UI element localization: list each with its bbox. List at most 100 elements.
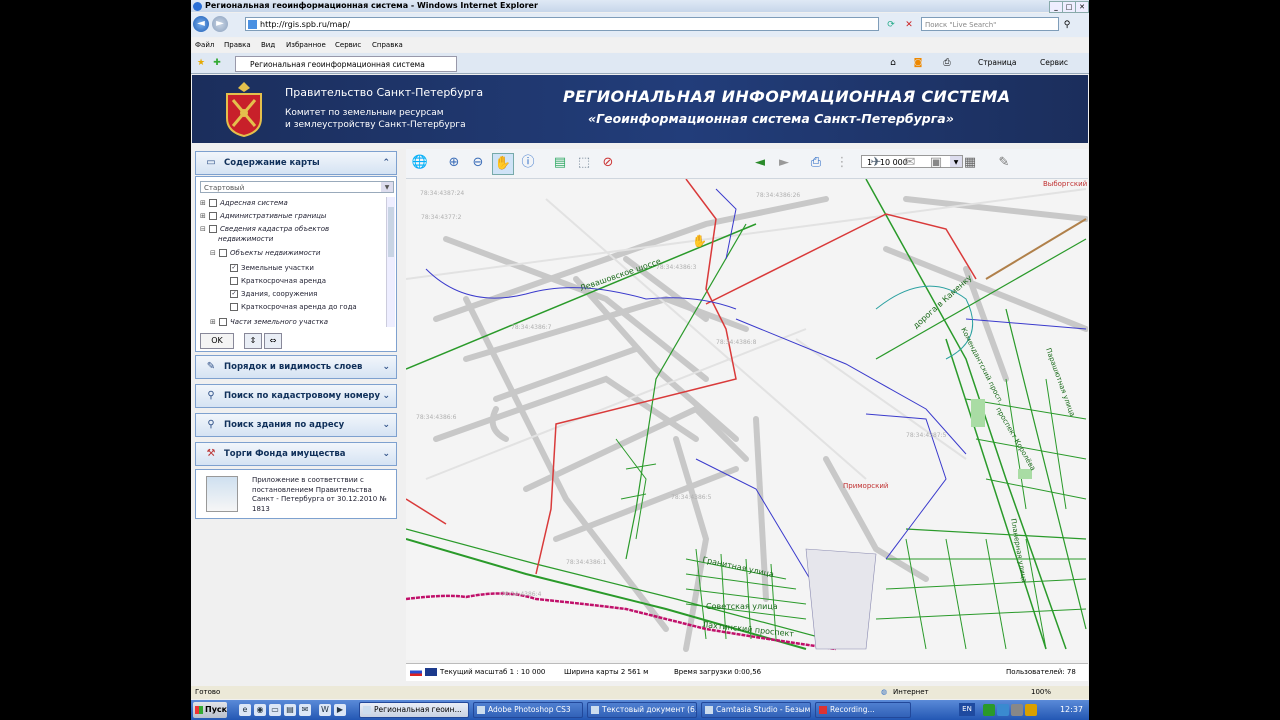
tray-network-icon[interactable] [983, 704, 995, 716]
document-link-box[interactable]: Приложение в соответствии с постановлени… [195, 469, 397, 519]
status-zoom[interactable]: 100% [1031, 686, 1051, 699]
ok-button[interactable]: OK [200, 333, 234, 349]
menu-help[interactable]: Справка [372, 38, 403, 52]
search-icon[interactable]: ⚲ [1061, 19, 1073, 31]
tree-node-address[interactable]: ⊞ Адресная система [200, 199, 288, 207]
menu-file[interactable]: Файл [195, 38, 214, 52]
layer-checkbox[interactable] [209, 212, 217, 220]
flag-ru-icon[interactable] [410, 668, 422, 676]
refresh-icon[interactable]: ⟳ [885, 19, 897, 31]
next-extent-icon[interactable]: ► [774, 153, 794, 173]
layer-checkbox[interactable] [230, 303, 238, 311]
pan-hand-icon[interactable]: ✋ [492, 153, 514, 175]
rss-icon[interactable]: ◙ [912, 57, 924, 69]
tree-node-parts[interactable]: ⊞ Части земельного участка [210, 318, 328, 326]
word-quicklaunch-icon[interactable]: W [319, 704, 331, 716]
page-menu[interactable]: Страница [978, 58, 1016, 67]
explorer-quicklaunch-icon[interactable]: ▤ [284, 704, 296, 716]
measure-icon[interactable]: ✈ [866, 153, 886, 173]
layer-checkbox[interactable] [219, 318, 227, 326]
minimize-button[interactable]: _ [1049, 1, 1063, 13]
tree-node-short-lease-year[interactable]: Краткосрочная аренда до года [230, 303, 357, 311]
layer-checkbox[interactable]: ✓ [230, 290, 238, 298]
favorites-star-icon[interactable]: ★ [195, 57, 207, 69]
tab-rgis[interactable]: Региональная геоинформационная система [235, 56, 457, 72]
task-photoshop[interactable]: Adobe Photoshop CS3 [473, 702, 583, 718]
ie-quicklaunch-icon[interactable]: e [239, 704, 251, 716]
globe-icon[interactable]: 🌐 [410, 153, 430, 173]
clear-selection-icon[interactable]: ⊘ [598, 153, 618, 173]
layer-checkbox[interactable] [219, 249, 227, 257]
media-quicklaunch-icon[interactable]: ▶ [334, 704, 346, 716]
menu-tools[interactable]: Сервис [335, 38, 361, 52]
print-map-icon[interactable]: ⎙ [806, 153, 826, 173]
tray-security-icon[interactable] [1025, 704, 1037, 716]
previous-extent-icon[interactable]: ◄ [750, 153, 770, 173]
menu-view[interactable]: Вид [261, 38, 275, 52]
zoom-in-icon[interactable]: ⊕ [444, 153, 464, 173]
print-icon[interactable]: ⎙ [941, 57, 953, 69]
tray-update-icon[interactable] [997, 704, 1009, 716]
forward-button[interactable]: ► [212, 16, 228, 32]
expand-icon[interactable]: ⊞ [200, 199, 206, 207]
tray-volume-icon[interactable] [1011, 704, 1023, 716]
collapse-icon[interactable]: ⊟ [200, 225, 206, 233]
address-input[interactable]: http://rgis.spb.ru/map/ [245, 17, 879, 31]
ruler-icon[interactable]: ⋮ [832, 153, 852, 173]
start-button[interactable]: Пуск [193, 702, 227, 718]
expand-icon[interactable]: ⊞ [200, 212, 206, 220]
tree-node-cadastre[interactable]: ⊟ Сведения кадастра объектов [200, 225, 329, 233]
full-extent-icon[interactable]: ▤ [550, 153, 570, 173]
document-link-text[interactable]: Приложение в соответствии с постановлени… [252, 476, 392, 514]
tree-node-short-lease[interactable]: Краткосрочная аренда [230, 277, 326, 285]
task-ie[interactable]: Региональная геоин... [359, 702, 469, 718]
tools-menu[interactable]: Сервис [1040, 58, 1068, 67]
layer-window-icon[interactable]: ▣ [926, 153, 946, 173]
map-view[interactable]: Левашовское шоссе дорога в Каменку Комен… [406, 179, 1088, 660]
close-window-button[interactable]: ✕ [1075, 1, 1089, 13]
task-camtasia[interactable]: Camtasia Studio - Безым... [701, 702, 811, 718]
expand-chevron-icon: ⌄ [382, 449, 390, 459]
expand-icon[interactable]: ⊞ [210, 318, 216, 326]
back-button[interactable]: ◄ [193, 16, 209, 32]
info-icon[interactable]: ⓘ [518, 153, 538, 173]
layer-checkbox[interactable]: ✓ [230, 264, 238, 272]
desktop-quicklaunch-icon[interactable]: ▭ [269, 704, 281, 716]
chrome-quicklaunch-icon[interactable]: ◉ [254, 704, 266, 716]
menu-favorites[interactable]: Избранное [286, 38, 326, 52]
zoom-out-icon[interactable]: ⊖ [468, 153, 488, 173]
map-canvas[interactable]: Левашовское шоссе дорога в Каменку Комен… [406, 179, 1088, 660]
collapse-icon[interactable]: ⊟ [210, 249, 216, 257]
layer-checkbox[interactable] [209, 199, 217, 207]
collapse-all-icon[interactable]: ⇔ [264, 333, 282, 349]
menu-edit[interactable]: Правка [224, 38, 251, 52]
home-icon[interactable]: ⌂ [887, 57, 899, 69]
task-recording[interactable]: Recording... [815, 702, 911, 718]
export-icon[interactable]: ▦ [960, 153, 980, 173]
layer-checkbox[interactable] [230, 277, 238, 285]
trades-header[interactable]: ⚒ Торги Фонда имущества ⌄ [195, 442, 397, 466]
preset-select[interactable]: Стартовый ▼ [200, 181, 394, 193]
tree-node-objects[interactable]: ⊟ Объекты недвижимости [210, 249, 320, 257]
edit-pencil-icon[interactable]: ✎ [994, 153, 1014, 173]
layers-order-header[interactable]: ✎ Порядок и видимость слоев ⌄ [195, 355, 397, 379]
expand-all-icon[interactable]: ⇕ [244, 333, 262, 349]
tree-scrollbar[interactable] [386, 197, 395, 327]
tree-node-admin[interactable]: ⊞ Административные границы [200, 212, 326, 220]
cadastre-search-header[interactable]: ⚲ Поиск по кадастровому номеру ⌄ [195, 384, 397, 408]
outlook-quicklaunch-icon[interactable]: ✉ [299, 704, 311, 716]
stop-icon[interactable]: ✕ [903, 19, 915, 31]
tree-node-buildings[interactable]: ✓ Здания, сооружения [230, 290, 317, 298]
layer-checkbox[interactable] [209, 225, 217, 233]
add-favorite-icon[interactable]: ✚ [211, 57, 223, 69]
map-content-header[interactable]: ▭ Содержание карты ⌃ [195, 151, 397, 175]
select-area-icon[interactable]: ⬚ [574, 153, 594, 173]
address-search-header[interactable]: ⚲ Поиск здания по адресу ⌄ [195, 413, 397, 437]
flag-en-icon[interactable] [425, 668, 437, 676]
maximize-button[interactable]: □ [1062, 1, 1076, 13]
scroll-thumb[interactable] [388, 207, 394, 257]
task-notepad[interactable]: Текстовый документ (6... [587, 702, 697, 718]
bookmark-icon[interactable]: ✉ [900, 153, 920, 173]
search-input[interactable]: Поиск "Live Search" [921, 17, 1059, 31]
tree-node-land[interactable]: ✓ Земельные участки [230, 264, 314, 272]
